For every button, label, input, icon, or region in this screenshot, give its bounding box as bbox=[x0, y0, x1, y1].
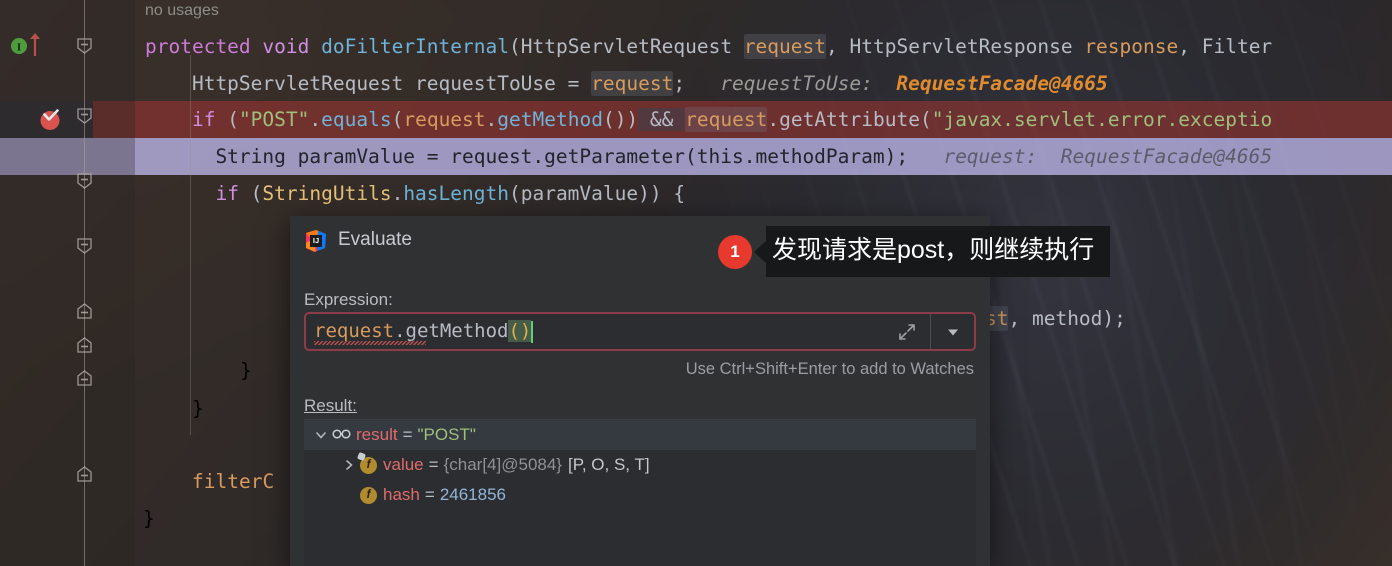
expression-text: request.getMethod() bbox=[314, 320, 534, 343]
tree-node-value: 2461856 bbox=[439, 485, 506, 504]
code-line-4: if (StringUtils.hasLength(paramValue)) { bbox=[215, 182, 686, 205]
tree-node-name: result bbox=[356, 425, 398, 444]
code-line-current: String paramValue = request.getParameter… bbox=[145, 145, 1273, 168]
tree-node-equals: = bbox=[424, 485, 435, 504]
tree-node-value-extra: [P, O, S, T] bbox=[567, 455, 650, 474]
expression-input[interactable]: request.getMethod() bbox=[306, 314, 884, 349]
field-icon: f bbox=[360, 456, 377, 474]
chevron-down-icon[interactable] bbox=[930, 314, 974, 349]
tree-node-name: hash bbox=[383, 485, 420, 504]
code-line-brace-c: } bbox=[143, 507, 155, 530]
expand-icon[interactable] bbox=[884, 314, 930, 349]
annotation-callout: 1 发现请求是post，则继续执行 bbox=[718, 226, 1111, 278]
dialog-title: Evaluate bbox=[338, 229, 412, 250]
callout-text: 发现请求是post，则继续执行 bbox=[766, 226, 1111, 278]
error-squiggle-underline bbox=[314, 341, 426, 345]
watches-hint: Use Ctrl+Shift+Enter to add to Watches bbox=[685, 360, 974, 378]
callout-arrow bbox=[754, 240, 766, 263]
tree-node-equals: = bbox=[428, 455, 439, 474]
callout-step-badge: 1 bbox=[718, 234, 752, 269]
code-line-breakpoint: if ("POST".equals(request.getMethod()) &… bbox=[191, 107, 1273, 132]
code-line-right-fragment: st, method); bbox=[985, 306, 1126, 331]
code-line-brace-b: } bbox=[192, 397, 204, 420]
chevron-expanded-icon[interactable] bbox=[310, 428, 332, 442]
intellij-idea-icon: IJ bbox=[304, 229, 328, 253]
tree-row-value[interactable]: f value = {char[4]@5084} [P, O, S, T] bbox=[304, 450, 976, 480]
tree-row-result[interactable]: result = "POST" bbox=[304, 420, 976, 450]
tree-row-hash[interactable]: f hash = 2461856 bbox=[304, 480, 976, 510]
watch-glasses-icon bbox=[332, 426, 351, 444]
result-tree-panel[interactable]: result = "POST" f value = {char[4]@5084}… bbox=[304, 419, 976, 566]
chevron-right-icon[interactable] bbox=[338, 458, 360, 472]
tree-node-value: "POST" bbox=[417, 425, 476, 444]
tree-node-equals: = bbox=[402, 425, 413, 444]
result-label-text: Result: bbox=[304, 396, 357, 415]
expression-input-wrapper[interactable]: request.getMethod() bbox=[304, 312, 976, 351]
tree-node-value: {char[4]@5084} bbox=[443, 455, 562, 474]
result-label: Result: bbox=[304, 396, 357, 416]
svg-text:IJ: IJ bbox=[313, 236, 319, 245]
text-caret bbox=[531, 320, 534, 343]
code-line-brace-a: } bbox=[240, 359, 252, 382]
code-line-2: HttpServletRequest requestToUse = reques… bbox=[145, 71, 1108, 96]
tree-node-name: value bbox=[383, 455, 424, 474]
expression-label: Expression: bbox=[304, 290, 393, 309]
field-icon: f bbox=[360, 486, 377, 504]
code-line-1: protected void doFilterInternal(HttpServ… bbox=[145, 34, 1273, 59]
inlay-no-usages: no usages bbox=[145, 2, 219, 19]
code-line-filter-chain: filterC bbox=[192, 470, 275, 493]
